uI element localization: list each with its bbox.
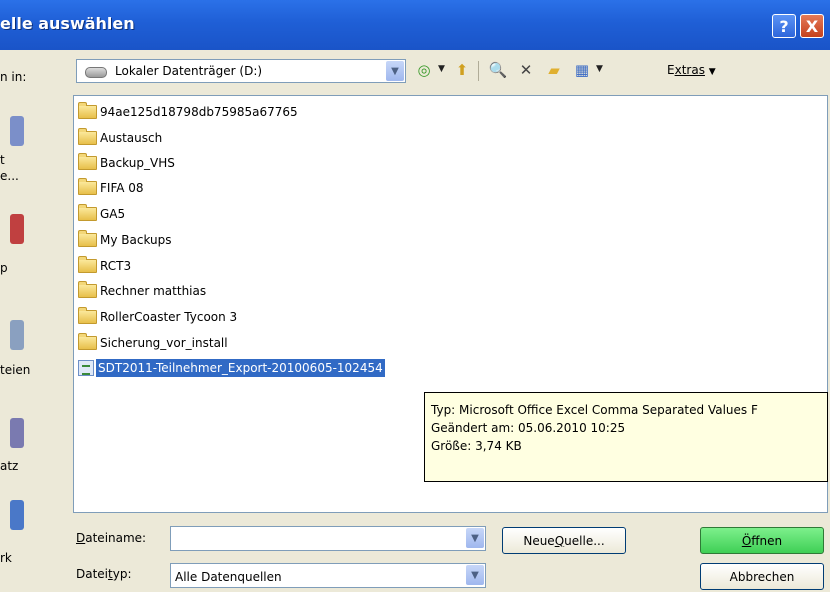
- list-item-selected[interactable]: SDT2011-Teilnehmer_Export-20100605-10245…: [78, 358, 385, 378]
- filetype-dropdown[interactable]: Alle Datenquellen ▼: [170, 563, 486, 588]
- cancel-button[interactable]: Abbrechen: [700, 563, 824, 590]
- close-icon: X: [805, 16, 819, 36]
- search-web-icon[interactable]: 🔍: [486, 58, 510, 82]
- list-item[interactable]: RollerCoaster Tycoon 3: [78, 307, 237, 327]
- extras-menu[interactable]: Extras ▼: [667, 63, 716, 77]
- place-computer[interactable]: atz: [0, 414, 68, 484]
- folder-icon: [78, 333, 97, 350]
- tooltip-type: Typ: Microsoft Office Excel Comma Separa…: [431, 403, 758, 417]
- list-item[interactable]: Austausch: [78, 128, 162, 148]
- item-name: Backup_VHS: [100, 156, 175, 170]
- list-item[interactable]: My Backups: [78, 230, 172, 250]
- folder-icon: [78, 102, 97, 119]
- back-icon[interactable]: ◎: [412, 58, 436, 82]
- recent-icon: [10, 116, 24, 146]
- folder-icon: [78, 178, 97, 195]
- list-item[interactable]: FIFA 08: [78, 178, 144, 198]
- place-label: t e...: [0, 153, 19, 183]
- window-title: elle auswählen: [0, 14, 135, 33]
- item-name: My Backups: [100, 233, 172, 247]
- look-in-value: Lokaler Datenträger (D:): [115, 64, 263, 78]
- item-name: 94ae125d18798db75985a67765: [100, 105, 298, 119]
- documents-icon: [10, 320, 24, 350]
- list-item[interactable]: Rechner matthias: [78, 281, 206, 301]
- place-label: p: [0, 261, 8, 275]
- new-source-button[interactable]: Neue Quelle...: [502, 527, 626, 554]
- place-documents[interactable]: teien: [0, 316, 68, 386]
- filename-input[interactable]: ▼: [170, 526, 486, 551]
- csv-file-icon: [78, 360, 94, 376]
- filename-label: Dateiname:: [76, 531, 147, 545]
- folder-icon: [78, 307, 97, 324]
- list-item[interactable]: GA5: [78, 204, 125, 224]
- desktop-icon: [10, 214, 24, 244]
- folder-icon: [78, 153, 97, 170]
- list-item[interactable]: Sicherung_vor_install: [78, 333, 228, 353]
- item-name: Rechner matthias: [100, 284, 207, 298]
- folder-icon: [78, 256, 97, 273]
- list-item[interactable]: RCT3: [78, 256, 131, 276]
- back-dropdown-icon[interactable]: ▼: [438, 64, 445, 74]
- item-name: Austausch: [100, 131, 163, 145]
- views-dropdown-icon[interactable]: ▼: [596, 64, 603, 74]
- places-bar: t e... p teien atz rk: [0, 96, 70, 586]
- item-name: RollerCoaster Tycoon 3: [100, 310, 238, 324]
- title-bar: elle auswählen ? X: [0, 0, 830, 50]
- close-button[interactable]: X: [800, 14, 824, 38]
- item-name: RCT3: [100, 259, 132, 273]
- folder-icon: [78, 281, 97, 298]
- open-button[interactable]: Öffnen: [700, 527, 824, 554]
- drive-icon: [85, 67, 107, 78]
- chevron-down-icon[interactable]: ▼: [466, 528, 484, 548]
- item-name: GA5: [100, 207, 126, 221]
- filetype-label: Dateityp:: [76, 567, 132, 581]
- item-name: SDT2011-Teilnehmer_Export-20100605-10245…: [96, 359, 385, 377]
- list-item[interactable]: 94ae125d18798db75985a67765: [78, 102, 298, 122]
- tooltip-modified: Geändert am: 05.06.2010 10:25: [431, 421, 626, 435]
- list-item[interactable]: Backup_VHS: [78, 153, 175, 173]
- place-label: atz: [0, 459, 19, 473]
- item-name: FIFA 08: [100, 181, 144, 195]
- place-label: teien: [0, 363, 31, 377]
- new-folder-icon[interactable]: ▰: [542, 58, 566, 82]
- place-desktop[interactable]: p: [0, 206, 68, 276]
- toolbar-separator: [478, 61, 479, 81]
- tooltip-size: Größe: 3,74 KB: [431, 439, 522, 453]
- place-recent[interactable]: t e...: [0, 116, 68, 206]
- folder-icon: [78, 230, 97, 247]
- help-icon: ?: [779, 16, 789, 36]
- chevron-down-icon[interactable]: ▼: [386, 61, 404, 81]
- computer-icon: [10, 418, 24, 448]
- views-icon[interactable]: ▦: [570, 58, 594, 82]
- place-network[interactable]: rk: [0, 496, 68, 576]
- chevron-down-icon[interactable]: ▼: [466, 565, 484, 585]
- place-label: rk: [0, 551, 12, 565]
- up-folder-icon[interactable]: ⬆: [450, 58, 474, 82]
- look-in-dropdown[interactable]: Lokaler Datenträger (D:) ▼: [76, 59, 406, 83]
- look-in-label: n in:: [0, 70, 27, 84]
- file-info-tooltip: Typ: Microsoft Office Excel Comma Separa…: [424, 392, 828, 482]
- help-button[interactable]: ?: [772, 14, 796, 38]
- item-name: Sicherung_vor_install: [100, 336, 228, 350]
- folder-icon: [78, 128, 97, 145]
- folder-icon: [78, 204, 97, 221]
- filetype-value: Alle Datenquellen: [175, 570, 282, 584]
- network-icon: [10, 500, 24, 530]
- delete-icon[interactable]: ✕: [514, 58, 538, 82]
